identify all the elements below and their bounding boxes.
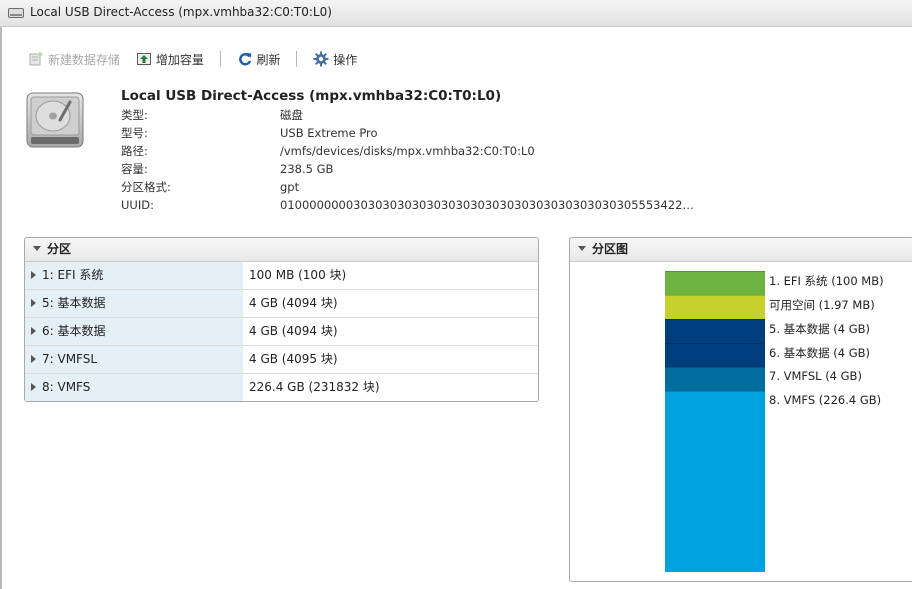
- property-value: USB Extreme Pro: [280, 126, 378, 140]
- refresh-icon: [238, 53, 252, 66]
- partition-size: 4 GB (4094 块): [249, 324, 338, 338]
- map-label-vmfsl: 7. VMFSL (4 GB): [769, 369, 862, 383]
- increase-capacity-icon: [136, 53, 151, 65]
- partition-map-panel-title: 分区图: [592, 242, 629, 256]
- partition-size: 4 GB (4094 块): [249, 296, 338, 310]
- partition-map-panel: 分区图 1. EFI 系统 (100 MB) 可用空间 (1.97 MB) 5.…: [569, 237, 912, 582]
- partitions-list: 1: EFI 系统 100 MB (100 块) 5: 基本数据 4 GB (4…: [25, 262, 538, 401]
- partition-name: 6: 基本数据: [42, 324, 106, 338]
- partition-row[interactable]: 1: EFI 系统 100 MB (100 块): [25, 262, 538, 290]
- property-value: /vmfs/devices/disks/mpx.vmhba32:C0:T0:L0: [280, 144, 535, 158]
- partition-row[interactable]: 8: VMFS 226.4 GB (231832 块): [25, 374, 538, 401]
- partition-name-cell: 6: 基本数据: [25, 318, 243, 345]
- hard-disk-icon: [26, 92, 84, 148]
- map-segment-free-space: [665, 295, 765, 319]
- partitions-panel-header[interactable]: 分区: [25, 238, 538, 262]
- partition-row[interactable]: 5: 基本数据 4 GB (4094 块): [25, 290, 538, 318]
- toolbar-separator: [219, 51, 221, 67]
- actions-label: 操作: [333, 52, 358, 67]
- partition-name-cell: 8: VMFS: [25, 374, 243, 401]
- increase-capacity-button[interactable]: 增加容量: [136, 49, 204, 69]
- map-label-efi: 1. EFI 系统 (100 MB): [769, 274, 884, 288]
- disk-title: Local USB Direct-Access (mpx.vmhba32:C0:…: [121, 88, 502, 104]
- window-title: Local USB Direct-Access (mpx.vmhba32:C0:…: [30, 5, 332, 19]
- partition-name-cell: 5: 基本数据: [25, 290, 243, 317]
- new-datastore-icon: [29, 52, 43, 66]
- gear-icon: [313, 51, 329, 67]
- partition-name: 1: EFI 系统: [42, 268, 104, 282]
- property-label: 路径:: [121, 144, 148, 158]
- map-label-basic-data-5: 5. 基本数据 (4 GB): [769, 322, 871, 336]
- property-row-capacity: 容量: 238.5 GB: [121, 160, 721, 178]
- property-label: UUID:: [121, 198, 154, 212]
- collapse-caret-icon[interactable]: [33, 246, 41, 251]
- partitions-panel-title: 分区: [47, 242, 72, 256]
- property-label: 容量:: [121, 162, 148, 176]
- partition-name: 7: VMFSL: [42, 352, 98, 366]
- property-row-path: 路径: /vmfs/devices/disks/mpx.vmhba32:C0:T…: [121, 142, 721, 160]
- property-row-model: 型号: USB Extreme Pro: [121, 124, 721, 142]
- toolbar-separator: [296, 51, 298, 67]
- property-label: 类型:: [121, 108, 148, 122]
- partition-name: 5: 基本数据: [42, 296, 106, 310]
- partition-row[interactable]: 6: 基本数据 4 GB (4094 块): [25, 318, 538, 346]
- partition-size: 226.4 GB (231832 块): [249, 380, 380, 394]
- property-value: 238.5 GB: [280, 162, 334, 176]
- property-value: 磁盘: [280, 108, 303, 122]
- map-label-vmfs: 8. VMFS (226.4 GB): [769, 393, 882, 407]
- property-value: 0100000000303030303030303030303030303030…: [280, 198, 694, 212]
- map-segment-vmfs: [665, 391, 765, 572]
- expand-caret-icon[interactable]: [31, 326, 36, 335]
- expand-caret-icon[interactable]: [31, 270, 36, 279]
- partition-name: 8: VMFS: [42, 380, 91, 394]
- partition-name-cell: 7: VMFSL: [25, 346, 243, 373]
- partitions-panel: 分区 1: EFI 系统 100 MB (100 块) 5: 基本数据 4 GB…: [24, 237, 539, 402]
- title-bar: Local USB Direct-Access (mpx.vmhba32:C0:…: [0, 0, 912, 27]
- map-segment-efi: [665, 271, 765, 295]
- toolbar: 新建数据存储 增加容量 刷新 操作: [28, 49, 357, 69]
- collapse-caret-icon[interactable]: [578, 246, 586, 251]
- new-datastore-button[interactable]: 新建数据存储: [28, 49, 120, 69]
- expand-caret-icon[interactable]: [31, 298, 36, 307]
- partition-size: 100 MB (100 块): [249, 268, 347, 282]
- disk-properties: 类型: 磁盘 型号: USB Extreme Pro 路径: /vmfs/dev…: [121, 106, 721, 214]
- map-label-free-space: 可用空间 (1.97 MB): [769, 298, 875, 312]
- partition-map-panel-header[interactable]: 分区图: [570, 238, 912, 262]
- map-segment-basic-data-6: [665, 343, 765, 367]
- increase-capacity-label: 增加容量: [155, 52, 204, 67]
- partition-name-cell: 1: EFI 系统: [25, 262, 243, 289]
- property-label: 型号:: [121, 126, 148, 140]
- property-row-uuid: UUID: 0100000000303030303030303030303030…: [121, 196, 721, 214]
- property-label: 分区格式:: [121, 180, 171, 194]
- partition-size: 4 GB (4095 块): [249, 352, 338, 366]
- partition-row[interactable]: 7: VMFSL 4 GB (4095 块): [25, 346, 538, 374]
- map-segment-basic-data-5: [665, 319, 765, 343]
- expand-caret-icon[interactable]: [31, 354, 36, 363]
- actions-button[interactable]: 操作: [313, 49, 357, 69]
- window-frame: [0, 27, 2, 589]
- property-value: gpt: [280, 180, 300, 194]
- expand-caret-icon[interactable]: [31, 382, 36, 391]
- map-segment-vmfsl: [665, 367, 765, 391]
- refresh-button[interactable]: 刷新: [237, 49, 281, 69]
- new-datastore-label: 新建数据存储: [48, 52, 121, 67]
- refresh-label: 刷新: [256, 52, 281, 67]
- property-row-partition-format: 分区格式: gpt: [121, 178, 721, 196]
- map-label-basic-data-6: 6. 基本数据 (4 GB): [769, 346, 871, 360]
- partition-map-bar: [665, 271, 766, 572]
- property-row-type: 类型: 磁盘: [121, 106, 721, 124]
- disk-icon: [8, 8, 24, 18]
